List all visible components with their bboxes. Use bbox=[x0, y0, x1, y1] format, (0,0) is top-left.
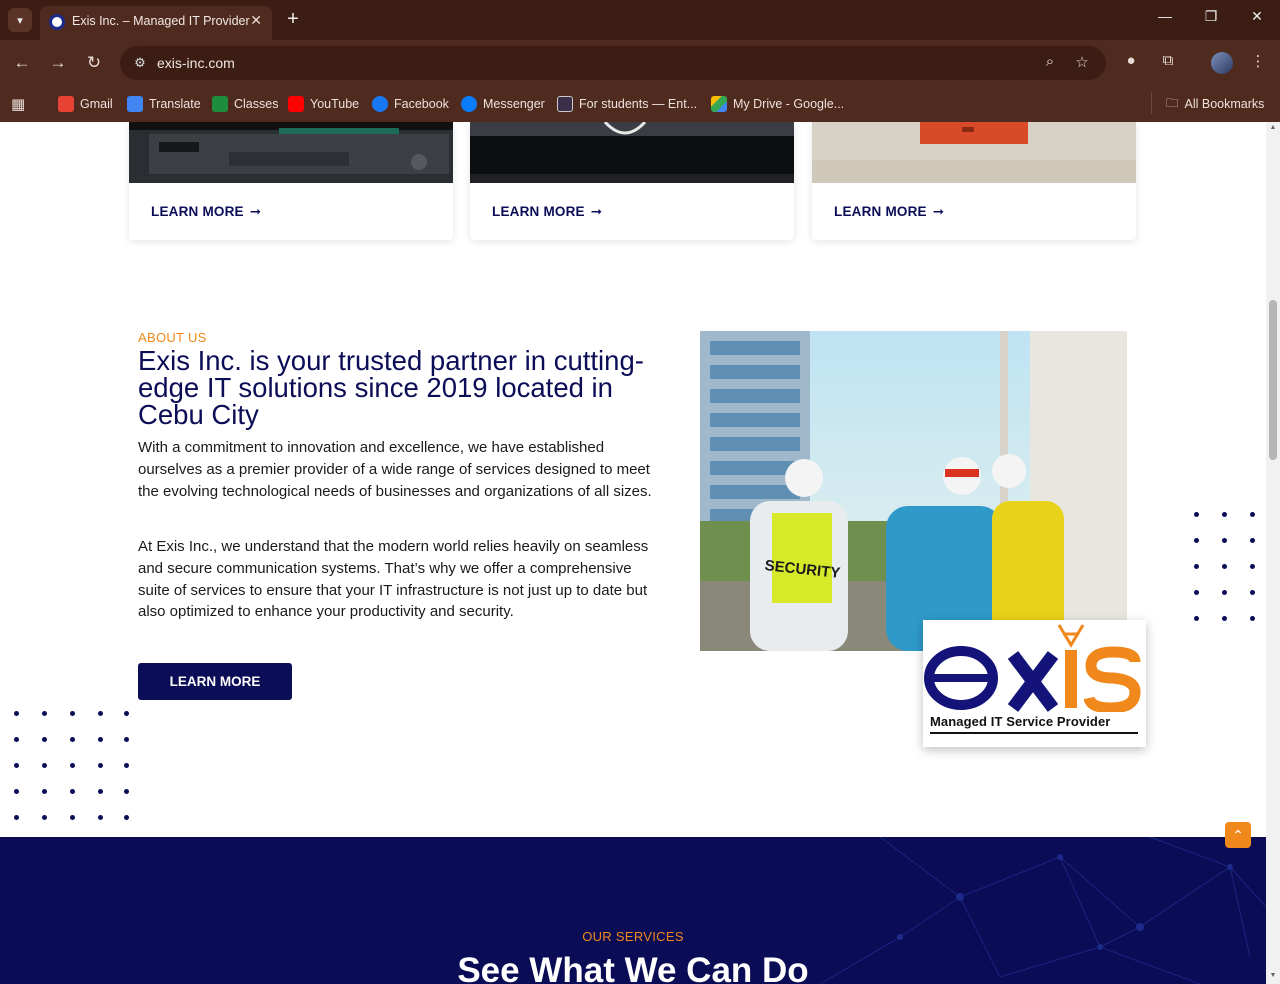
network-hardware-image bbox=[129, 122, 453, 183]
menu-dots-icon[interactable]: ⋮ bbox=[1247, 52, 1269, 70]
scrollbar-thumb[interactable] bbox=[1269, 300, 1277, 460]
page-viewport: LEARN MORE ➞ LEARN MORE ➞ LEARN MORE ➞ ABOU… bbox=[0, 122, 1266, 984]
about-label: ABOUT US bbox=[138, 330, 207, 345]
arrow-right-icon: ➞ bbox=[249, 204, 262, 219]
about-paragraph-1: With a commitment to innovation and exce… bbox=[138, 439, 652, 500]
extensions-puzzle-icon[interactable]: ⧉ bbox=[1157, 52, 1179, 69]
exis-logo bbox=[924, 624, 1141, 714]
youtube-icon bbox=[288, 96, 304, 112]
card-learn-more-link[interactable]: LEARN MORE ➞ bbox=[492, 204, 602, 220]
translate-icon bbox=[127, 96, 143, 112]
camera-ceiling-image bbox=[470, 122, 794, 183]
services-label: OUR SERVICES bbox=[582, 929, 684, 944]
all-bookmarks[interactable]: 🗀 All Bookmarks bbox=[1166, 93, 1264, 115]
address-bar[interactable]: ⚙ exis-inc.com ⌕ ☆ bbox=[120, 46, 1106, 80]
arrow-right-icon: ➞ bbox=[932, 204, 945, 219]
gmail-icon bbox=[58, 96, 74, 112]
about-title: Exis Inc. is your trusted partner in cut… bbox=[138, 345, 644, 430]
folder-icon: 🗀 bbox=[1166, 95, 1179, 110]
scroll-down-arrow-icon[interactable]: ▼ bbox=[1269, 972, 1277, 979]
service-card-1: LEARN MORE ➞ bbox=[129, 122, 453, 240]
profile-avatar[interactable] bbox=[1211, 52, 1233, 74]
site-favicon-icon bbox=[49, 14, 65, 30]
scroll-up-arrow-icon[interactable]: ▲ bbox=[1269, 124, 1277, 131]
close-window-button[interactable]: ✕ bbox=[1242, 8, 1272, 25]
bookmark-translate[interactable]: Translate bbox=[127, 93, 201, 115]
service-card-2: LEARN MORE ➞ bbox=[470, 122, 794, 240]
quizlet-icon bbox=[557, 96, 573, 112]
about-learn-more-button[interactable]: LEARN MORE bbox=[138, 663, 292, 700]
restore-button[interactable]: ❐ bbox=[1196, 8, 1226, 25]
exis-logo-card: Managed IT Service Provider bbox=[923, 620, 1146, 747]
facebook-icon bbox=[372, 96, 388, 112]
bookmark-for-students[interactable]: For students — Ent... bbox=[557, 93, 697, 115]
bookmark-my-drive[interactable]: My Drive - Google... bbox=[711, 93, 844, 115]
site-info-icon[interactable]: ⚙ bbox=[128, 51, 152, 75]
workers-site-photo: SECURITY bbox=[700, 331, 1127, 651]
forward-icon[interactable]: → bbox=[47, 52, 69, 74]
zoom-search-icon[interactable]: ⌕ bbox=[1040, 53, 1060, 70]
page-scrollbar[interactable]: ▲ ▼ bbox=[1266, 122, 1280, 984]
extension-icon[interactable]: ● bbox=[1120, 52, 1142, 69]
minimize-button[interactable]: — bbox=[1150, 8, 1180, 24]
bookmarks-bar: ▦ Gmail Translate Classes YouTube Facebo… bbox=[0, 86, 1280, 122]
arrow-right-icon: ➞ bbox=[590, 204, 603, 219]
bookmark-star-icon[interactable]: ☆ bbox=[1072, 53, 1092, 71]
bookmark-messenger[interactable]: Messenger bbox=[461, 93, 545, 115]
bookmark-gmail[interactable]: Gmail bbox=[58, 93, 113, 115]
close-tab-icon[interactable]: ✕ bbox=[250, 12, 262, 29]
messenger-icon bbox=[461, 96, 477, 112]
bookmark-classes[interactable]: Classes bbox=[212, 93, 278, 115]
about-paragraph-2: At Exis Inc., we understand that the mod… bbox=[138, 538, 649, 621]
tab-search-button[interactable]: ▾ bbox=[8, 8, 32, 32]
tab-title: Exis Inc. – Managed IT Provider bbox=[72, 14, 250, 28]
browser-toolbar: ← → ↻ ⚙ exis-inc.com ⌕ ☆ ● ⧉ ⋮ bbox=[0, 40, 1280, 86]
services-section: OUR SERVICES See What We Can Do bbox=[0, 837, 1266, 984]
url-text[interactable]: exis-inc.com bbox=[157, 55, 235, 71]
fire-alarm-wall-image bbox=[812, 122, 1136, 183]
services-title: See What We Can Do bbox=[457, 951, 809, 984]
new-tab-button[interactable]: + bbox=[282, 6, 304, 32]
logo-tagline: Managed IT Service Provider bbox=[930, 714, 1111, 729]
back-to-top-button[interactable]: ⌃ bbox=[1225, 822, 1251, 848]
bookmark-youtube[interactable]: YouTube bbox=[288, 93, 359, 115]
google-drive-icon bbox=[711, 96, 727, 112]
classroom-icon bbox=[212, 96, 228, 112]
back-icon[interactable]: ← bbox=[11, 52, 33, 74]
tab-strip: ▾ Exis Inc. – Managed IT Provider ✕ + — … bbox=[0, 0, 1280, 40]
card-learn-more-link[interactable]: LEARN MORE ➞ bbox=[834, 204, 944, 220]
reload-icon[interactable]: ↻ bbox=[83, 52, 105, 74]
logo-underline bbox=[930, 732, 1138, 734]
apps-grid-icon[interactable]: ▦ bbox=[11, 93, 25, 115]
service-card-3: LEARN MORE ➞ bbox=[812, 122, 1136, 240]
active-tab[interactable]: Exis Inc. – Managed IT Provider ✕ bbox=[40, 6, 272, 40]
bookmarks-divider bbox=[1151, 92, 1152, 114]
card-learn-more-link[interactable]: LEARN MORE ➞ bbox=[151, 204, 261, 220]
bookmark-facebook[interactable]: Facebook bbox=[372, 93, 449, 115]
